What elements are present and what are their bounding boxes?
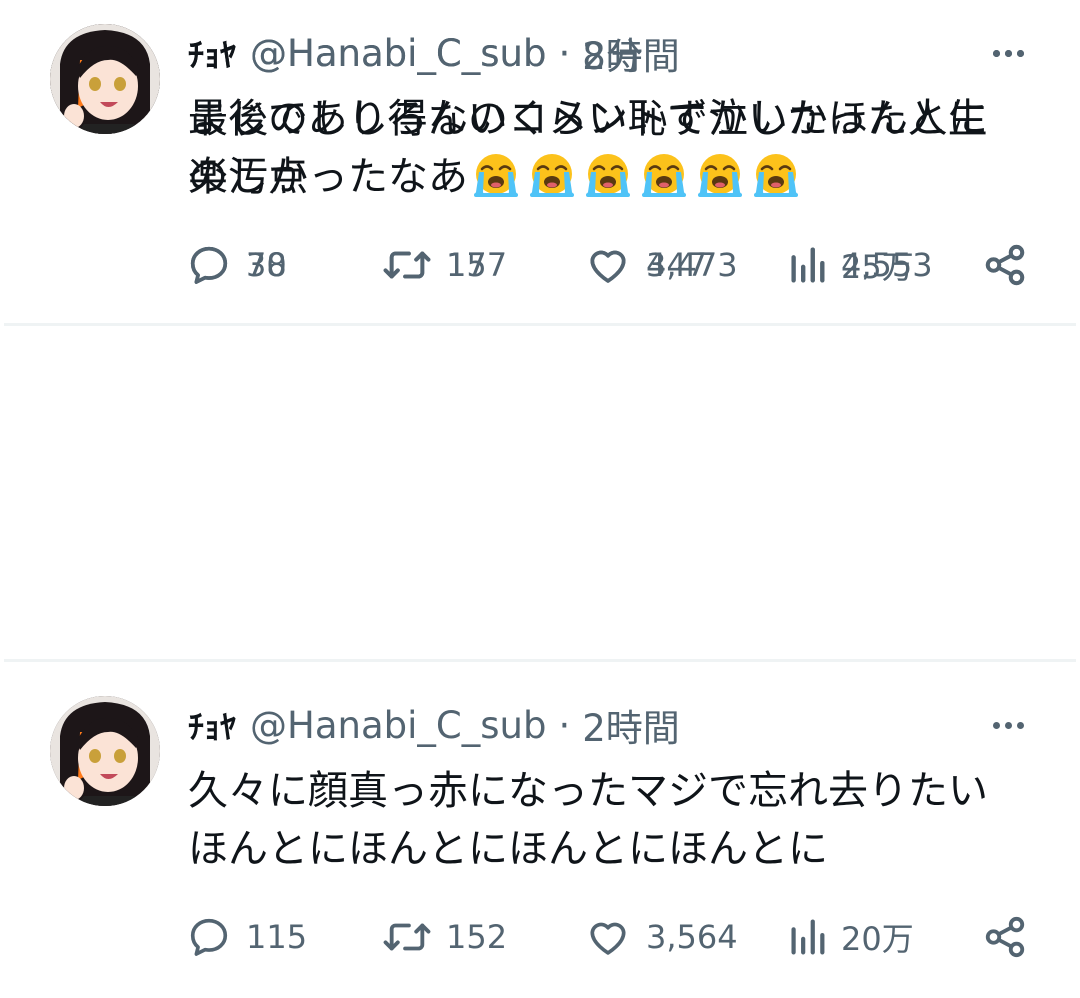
bar-chart-icon — [791, 247, 825, 283]
three-dots-icon — [1004, 49, 1012, 57]
avatar[interactable] — [50, 696, 160, 806]
three-dots-icon — [992, 49, 1000, 57]
user-handle[interactable]: @Hanabi_C_sub — [250, 32, 546, 75]
speech-bubble-icon — [190, 246, 228, 284]
share-icon — [985, 244, 1025, 286]
retweet-count: 152 — [446, 918, 508, 956]
retweet-arrows-icon — [383, 923, 431, 951]
display-name[interactable]: ﾁｮﾔ — [188, 30, 236, 76]
reply-button[interactable]: 78 — [186, 240, 287, 290]
tweet-text-line: ほんとにほんとにほんとにほんとに — [188, 826, 828, 872]
views-button[interactable]: 20万 — [787, 912, 914, 962]
timestamp[interactable]: 2時間 — [582, 26, 680, 80]
reply-button[interactable]: 115 — [186, 912, 307, 962]
separator-dot: · — [558, 703, 571, 747]
avatar-illustration-icon — [50, 696, 160, 806]
reply-count: 115 — [246, 918, 308, 956]
bar-chart-icon — [791, 919, 825, 955]
three-dots-icon — [1016, 49, 1024, 57]
tweet-divider — [4, 659, 1076, 662]
reply-count: 78 — [246, 246, 287, 284]
tweet-text-line: まじであり得ないくらい恥ずかしかった人生 — [188, 96, 988, 142]
tweet-text: 久々に顔真っ赤になったマジで忘れ去りたい ほんとにほんとにほんとにほんとに — [188, 762, 1038, 878]
three-dots-icon — [1004, 721, 1012, 729]
like-button[interactable]: 3,564 — [584, 912, 738, 962]
display-name[interactable]: ﾁｮﾔ — [188, 702, 236, 748]
share-icon — [985, 916, 1025, 958]
timestamp[interactable]: 2時間 — [582, 698, 680, 752]
tweet-header: ﾁｮﾔ @Hanabi_C_sub · 2時間 — [188, 30, 680, 79]
like-count: 3,564 — [646, 918, 738, 956]
share-button[interactable] — [982, 240, 1028, 290]
view-count: 20万 — [841, 920, 914, 958]
heart-icon — [590, 922, 626, 955]
views-button[interactable]: 25万 — [787, 240, 914, 290]
more-options-button[interactable] — [986, 36, 1030, 70]
share-button[interactable] — [982, 912, 1028, 962]
avatar-illustration-icon — [50, 24, 160, 134]
avatar[interactable] — [50, 24, 160, 134]
retweet-arrows-icon — [383, 251, 431, 279]
retweet-button[interactable]: 157 — [382, 240, 507, 290]
view-count: 25万 — [841, 248, 914, 286]
tweet-card[interactable]: ﾁｮﾔ @Hanabi_C_sub · 2時間 まじであり得ないくらい恥ずかしか… — [0, 0, 1080, 326]
tweet-header: ﾁｮﾔ @Hanabi_C_sub · 2時間 — [188, 702, 680, 751]
tweet-actions: 115 152 3,564 20万 — [186, 912, 1036, 962]
tweet-card[interactable]: ﾁｮﾔ @Hanabi_C_sub · 2時間 久々に顔真っ赤になったマジで忘れ… — [0, 672, 1080, 998]
retweet-button[interactable]: 152 — [382, 912, 507, 962]
heart-icon — [590, 250, 626, 283]
like-button[interactable]: 3,473 — [584, 240, 738, 290]
tweet-text-line: 久々に顔真っ赤になったマジで忘れ去りたい — [188, 768, 988, 814]
three-dots-icon — [992, 721, 1000, 729]
retweet-count: 157 — [446, 246, 508, 284]
three-dots-icon — [1016, 721, 1024, 729]
speech-bubble-icon — [190, 918, 228, 956]
tweet-text: まじであり得ないくらい恥ずかしかった人生 の汚点 — [188, 90, 1038, 206]
separator-dot: · — [558, 31, 571, 75]
tweet-text-line: の汚点 — [188, 154, 308, 200]
more-options-button[interactable] — [986, 708, 1030, 742]
like-count: 3,473 — [646, 246, 738, 284]
tweet-actions: 78 157 3,473 25万 — [186, 240, 1036, 290]
user-handle[interactable]: @Hanabi_C_sub — [250, 704, 546, 747]
